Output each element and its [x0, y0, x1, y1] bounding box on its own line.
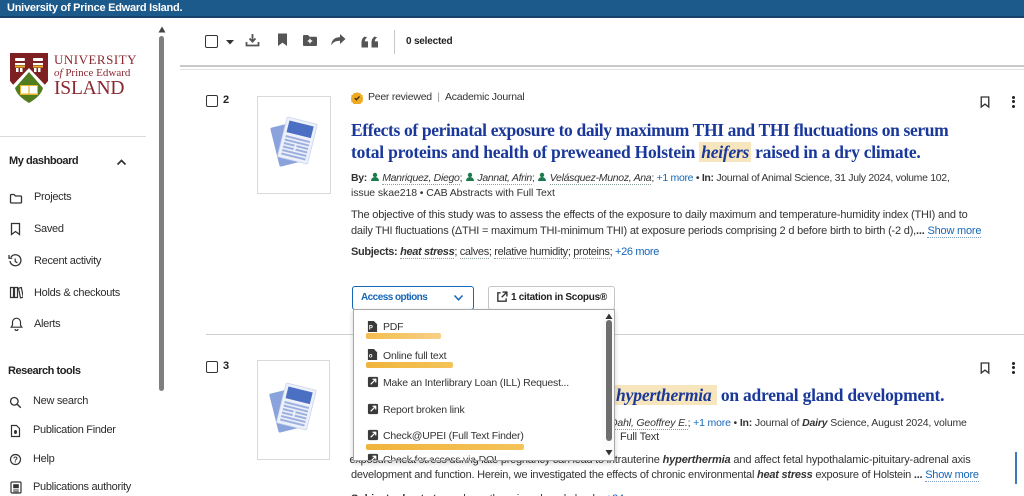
- svg-text:o: o: [369, 354, 373, 360]
- svg-text:ISLAND: ISLAND: [54, 78, 124, 99]
- svg-text:UNIVERSITY: UNIVERSITY: [54, 52, 137, 67]
- svg-text:?: ?: [13, 455, 18, 464]
- svg-text:P: P: [369, 326, 373, 332]
